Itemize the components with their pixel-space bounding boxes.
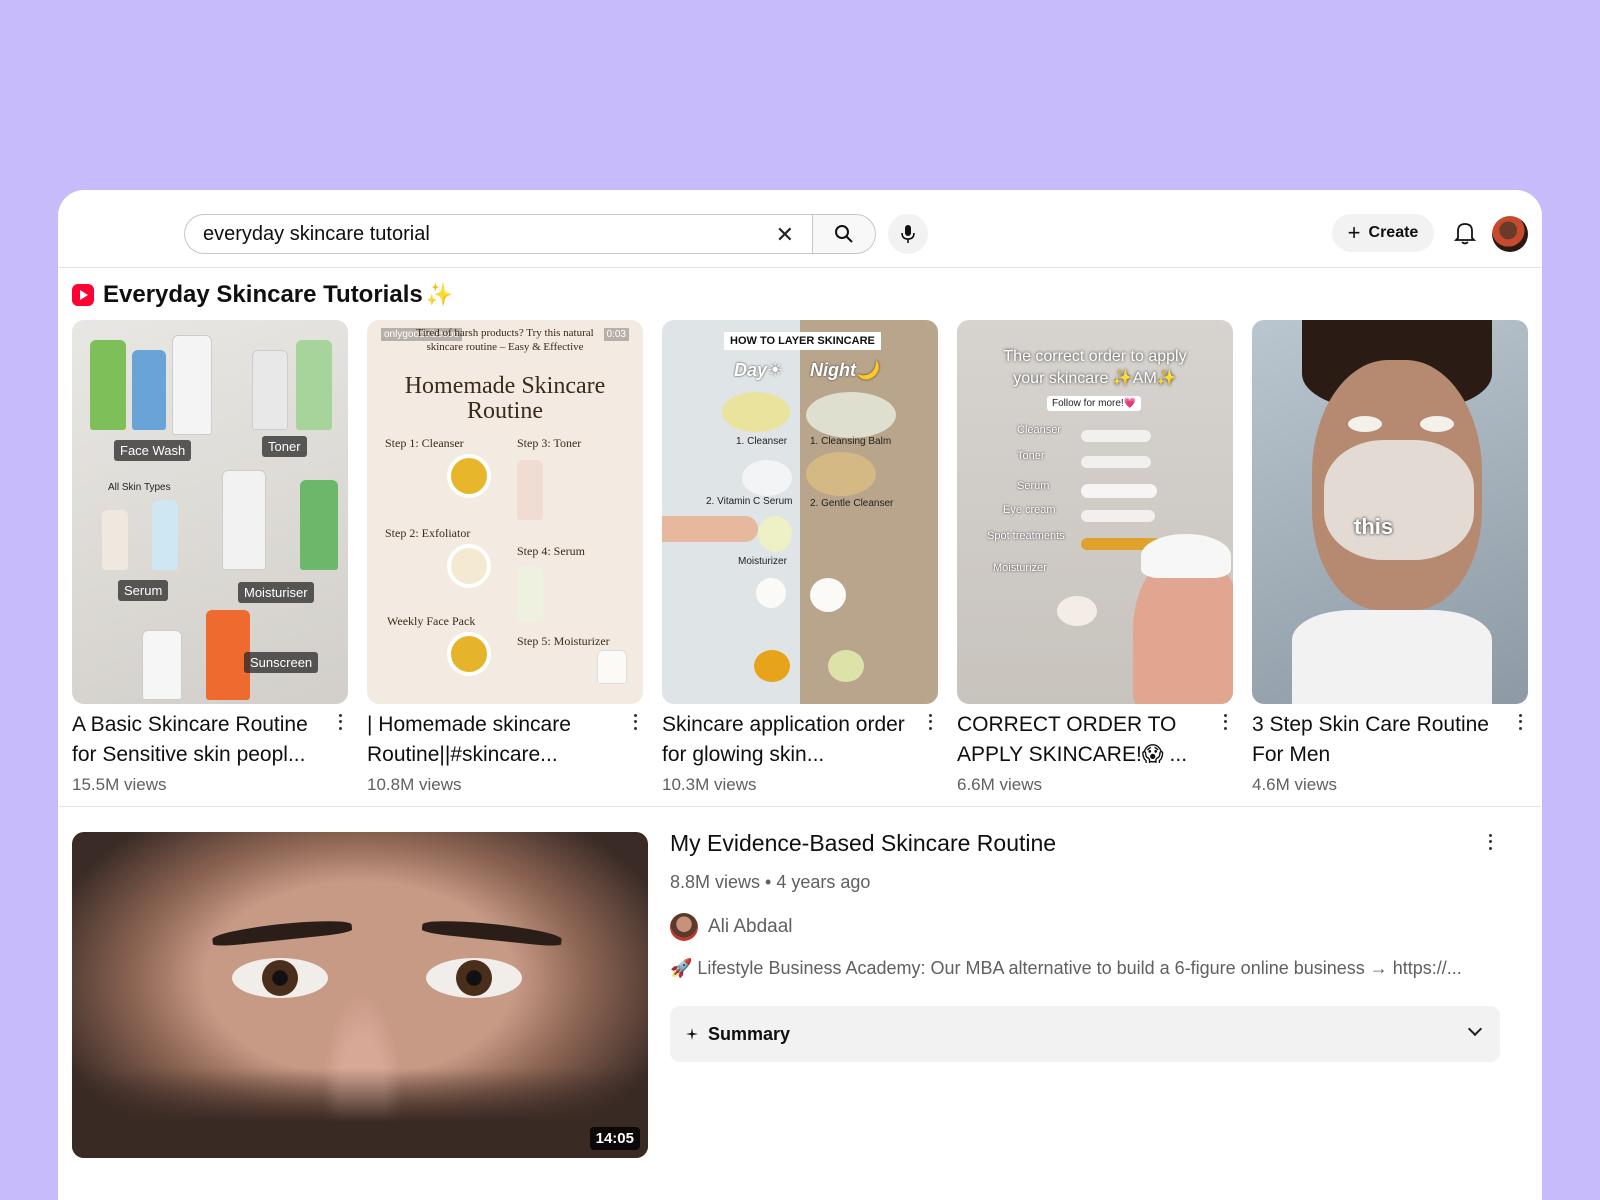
thumb-label: All Skin Types: [108, 482, 171, 493]
thumb-label: 1. Cleansing Balm: [810, 436, 892, 447]
sparkle-icon: [686, 1028, 698, 1040]
thumb-banner: HOW TO LAYER SKINCARE: [724, 332, 881, 350]
search-box[interactable]: ✕: [184, 214, 812, 254]
video-thumbnail[interactable]: 14:05: [72, 832, 648, 1158]
thumb-heading: The correct order to apply your skincare…: [1003, 348, 1187, 387]
short-views: 6.6M views: [957, 775, 1043, 794]
short-title[interactable]: Skincare application order for glowing s…: [662, 710, 918, 770]
short-title[interactable]: A Basic Skincare Routine for Sensitive s…: [72, 710, 328, 770]
more-vertical-icon[interactable]: [1219, 712, 1231, 732]
short-views: 10.3M views: [662, 775, 757, 794]
search-icon: [835, 225, 853, 243]
thumb-label: Moisturiser: [238, 582, 314, 603]
shorts-row: Face Wash Toner Serum Moisturiser Sunscr…: [72, 320, 1532, 800]
sparkle-emoji: ✨: [425, 282, 454, 307]
thumb-follow: Follow for more!💗: [1047, 396, 1142, 411]
thumb-heading: Homemade Skincare Routine: [404, 373, 606, 424]
short-thumbnail[interactable]: this: [1252, 320, 1528, 704]
thumb-label: Toner: [262, 436, 307, 457]
shorts-section-header: Everyday Skincare Tutorials ✨: [72, 280, 453, 310]
thumb-time: 0:03: [603, 328, 629, 341]
more-vertical-icon[interactable]: [1484, 832, 1496, 852]
notifications-button[interactable]: [1450, 218, 1480, 248]
summary-button[interactable]: Summary: [670, 1006, 1500, 1062]
thumb-label: 1. Cleanser: [736, 436, 788, 447]
thumb-step: Toner: [1017, 450, 1045, 462]
thumb-label: 2. Gentle Cleanser: [810, 498, 894, 509]
short-thumbnail[interactable]: onlygoodvibesoo 0:03 Tired of harsh prod…: [367, 320, 643, 704]
thumb-step: Serum: [1017, 480, 1050, 492]
short-views: 15.5M views: [72, 775, 167, 794]
video-duration: 14:05: [589, 1127, 640, 1150]
short-card[interactable]: this 3 Step Skin Care Routine For Men 4.…: [1252, 320, 1528, 800]
bell-icon: [1454, 223, 1476, 245]
shorts-icon: [72, 284, 94, 306]
short-title[interactable]: | Homemade skincare Routine||#skincare..…: [367, 710, 623, 770]
video-description: 🚀 Lifestyle Business Academy: Our MBA al…: [670, 958, 1462, 978]
youtube-window: ✕ + Create Eve: [58, 190, 1542, 1200]
short-views: 10.8M views: [367, 775, 462, 794]
thumb-night: Night🌙: [810, 360, 879, 380]
account-avatar[interactable]: [1492, 216, 1528, 252]
channel-link[interactable]: Ali Abdaal: [670, 912, 793, 942]
short-card[interactable]: The correct order to apply your skincare…: [957, 320, 1233, 800]
short-title[interactable]: 3 Step Skin Care Routine For Men: [1252, 710, 1508, 770]
thumb-step: Spot treatments: [987, 530, 1065, 542]
short-title[interactable]: CORRECT ORDER TO APPLY SKINCARE!😱 ...: [957, 710, 1213, 770]
chevron-down-icon[interactable]: [1467, 1021, 1483, 1037]
short-thumbnail[interactable]: Face Wash Toner Serum Moisturiser Sunscr…: [72, 320, 348, 704]
thumb-step: Moisturizer: [993, 562, 1047, 574]
thumb-tagline: Tired of harsh products? Try this natura…: [416, 327, 594, 353]
thumb-step: Eye cream: [1003, 504, 1056, 516]
thumb-step: Cleanser: [1017, 424, 1062, 436]
thumb-step: Step 2: Exfoliator: [385, 526, 471, 540]
more-vertical-icon[interactable]: [1514, 712, 1526, 732]
thumb-step: Step 1: Cleanser: [385, 436, 464, 450]
top-bar: ✕ + Create: [58, 190, 1542, 268]
thumb-label: Face Wash: [114, 440, 192, 461]
short-card[interactable]: HOW TO LAYER SKINCARE Day☀ Night🌙 1. Cle…: [662, 320, 938, 800]
short-card[interactable]: Face Wash Toner Serum Moisturiser Sunscr…: [72, 320, 348, 800]
thumb-label: Sunscreen: [244, 652, 319, 673]
create-button[interactable]: + Create: [1332, 214, 1434, 252]
more-vertical-icon[interactable]: [629, 712, 641, 732]
summary-label: Summary: [708, 1023, 791, 1044]
search-input[interactable]: [203, 222, 743, 246]
short-views: 4.6M views: [1252, 775, 1338, 794]
thumb-label: Serum: [118, 580, 169, 601]
search-button[interactable]: [812, 214, 876, 254]
thumb-label: Moisturizer: [738, 556, 787, 567]
thumb-caption: this: [1354, 514, 1394, 539]
more-vertical-icon[interactable]: [924, 712, 936, 732]
thumb-step: Weekly Face Pack: [387, 614, 476, 628]
thumb-step: Step 3: Toner: [517, 436, 582, 450]
more-vertical-icon[interactable]: [334, 712, 346, 732]
thumb-step: Step 4: Serum: [517, 544, 585, 558]
short-card[interactable]: onlygoodvibesoo 0:03 Tired of harsh prod…: [367, 320, 643, 800]
channel-avatar[interactable]: [670, 913, 698, 941]
short-thumbnail[interactable]: The correct order to apply your skincare…: [957, 320, 1233, 704]
close-icon[interactable]: ✕: [776, 222, 794, 248]
thumb-label: 2. Vitamin C Serum: [706, 496, 793, 507]
video-meta: 8.8M views • 4 years ago: [670, 872, 871, 892]
section-title: Everyday Skincare Tutorials: [103, 281, 423, 308]
voice-search-button[interactable]: [888, 214, 928, 254]
thumb-step: Step 5: Moisturizer: [517, 634, 610, 648]
microphone-icon: [901, 225, 915, 243]
section-divider: [58, 806, 1542, 807]
plus-icon: +: [1347, 220, 1361, 245]
video-title[interactable]: My Evidence-Based Skincare Routine: [670, 830, 1056, 857]
short-thumbnail[interactable]: HOW TO LAYER SKINCARE Day☀ Night🌙 1. Cle…: [662, 320, 938, 704]
create-label: Create: [1368, 224, 1419, 241]
thumb-day: Day☀: [734, 360, 784, 380]
channel-name[interactable]: Ali Abdaal: [708, 916, 793, 938]
